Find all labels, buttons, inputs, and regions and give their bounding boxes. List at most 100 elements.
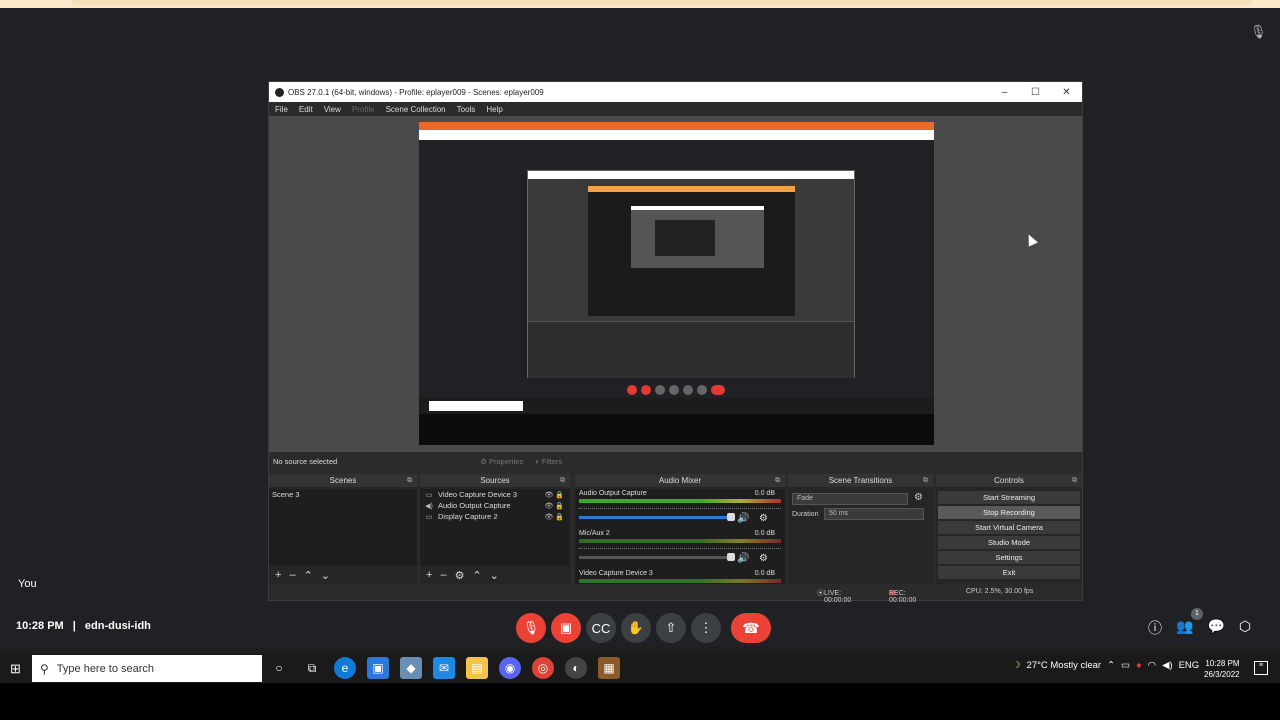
move-up-icon[interactable]: ⌃ bbox=[472, 569, 481, 582]
source-item[interactable]: ◀) Audio Output Capture 👁 🔒 bbox=[420, 500, 570, 511]
menu-edit[interactable]: Edit bbox=[299, 105, 313, 114]
stop-recording-button[interactable]: Stop Recording bbox=[938, 506, 1080, 519]
file-explorer-icon[interactable]: ▤ bbox=[466, 657, 488, 679]
browser-top-strip bbox=[0, 0, 1280, 8]
activities-icon[interactable]: ⬡ bbox=[1239, 618, 1251, 638]
menu-tools[interactable]: Tools bbox=[457, 105, 476, 114]
dock-float-icon[interactable]: ⧉ bbox=[1072, 474, 1077, 487]
mixer-channel: Audio Output Capture 0.0 dB 🔊 ⚙ bbox=[575, 489, 785, 529]
discord-icon[interactable]: ◉ bbox=[499, 657, 521, 679]
mixer-channel: Video Capture Device 3 0.0 dB bbox=[575, 569, 785, 583]
preview-browser-tabs bbox=[419, 122, 934, 130]
language-indicator[interactable]: ENG bbox=[1179, 660, 1200, 671]
properties-button[interactable]: ⚙ Properties bbox=[480, 457, 523, 466]
weather-text[interactable]: 27°C Mostly clear bbox=[1027, 660, 1102, 671]
store-icon[interactable]: ▣ bbox=[367, 657, 389, 679]
windows-start-icon[interactable]: ⊞ bbox=[10, 661, 21, 677]
studio-mode-button[interactable]: Studio Mode bbox=[938, 536, 1080, 549]
raise-hand-button[interactable]: ✋ bbox=[621, 613, 651, 643]
obs-titlebar: OBS 27.0.1 (64-bit, windows) - Profile: … bbox=[269, 82, 1082, 102]
minecraft-icon[interactable]: ▦ bbox=[598, 657, 620, 679]
move-down-icon[interactable]: ⌄ bbox=[321, 569, 330, 582]
leave-call-button[interactable]: ☎ bbox=[731, 613, 771, 643]
meeting-code: edn-dusi-idh bbox=[84, 620, 151, 632]
cortana-icon[interactable]: ○ bbox=[268, 657, 290, 679]
mic-off-indicator-icon: 🎙 bbox=[1250, 24, 1267, 39]
menu-scene-collection[interactable]: Scene Collection bbox=[386, 105, 446, 114]
duration-label: Duration bbox=[792, 511, 819, 518]
mic-toggle-button[interactable]: 🎙 bbox=[516, 613, 546, 643]
source-item[interactable]: ▭ Display Capture 2 👁 🔒 bbox=[420, 511, 570, 522]
dock-float-icon[interactable]: ⧉ bbox=[560, 474, 565, 487]
people-icon[interactable]: 👥 bbox=[1176, 618, 1193, 638]
exit-button[interactable]: Exit bbox=[938, 566, 1080, 579]
speaker-icon: ◀) bbox=[425, 502, 433, 510]
more-options-button[interactable]: ⋮ bbox=[691, 613, 721, 643]
start-streaming-button[interactable]: Start Streaming bbox=[938, 491, 1080, 504]
menu-file[interactable]: File bbox=[275, 105, 288, 114]
camera-toggle-button[interactable]: ▣ bbox=[551, 613, 581, 643]
menu-profile[interactable]: Profile bbox=[352, 105, 375, 114]
dock-float-icon[interactable]: ⧉ bbox=[923, 474, 928, 487]
remove-source-icon[interactable]: – bbox=[440, 569, 446, 581]
tray-chevron-icon[interactable]: ⌃ bbox=[1107, 660, 1115, 671]
source-settings-icon[interactable]: ⚙ bbox=[455, 569, 465, 582]
add-scene-icon[interactable]: + bbox=[275, 569, 281, 581]
meeting-separator: | bbox=[72, 620, 76, 632]
transition-select[interactable]: Fade bbox=[792, 493, 908, 505]
speaker-icon[interactable]: 🔊 bbox=[737, 553, 749, 564]
weather-icon: ☽ bbox=[1012, 660, 1021, 671]
preview-canvas[interactable] bbox=[419, 122, 934, 445]
visibility-lock-icons[interactable]: 👁 🔒 bbox=[544, 502, 564, 510]
filters-button[interactable]: ◐ Filters bbox=[535, 457, 562, 466]
taskbar-search[interactable]: ⚲ Type here to search bbox=[32, 655, 262, 682]
present-button[interactable]: ⇧ bbox=[656, 613, 686, 643]
volume-slider[interactable] bbox=[579, 553, 735, 561]
mail-icon[interactable]: ✉ bbox=[433, 657, 455, 679]
gear-icon[interactable]: ⚙ bbox=[759, 553, 768, 564]
info-icon[interactable]: ⓘ bbox=[1148, 618, 1162, 638]
volume-icon[interactable]: ◀) bbox=[1162, 660, 1172, 671]
obs-icon[interactable]: ◐ bbox=[565, 657, 587, 679]
move-up-icon[interactable]: ⌃ bbox=[304, 569, 313, 582]
present-icon: ⇧ bbox=[665, 620, 677, 635]
notification-icon[interactable]: ≡ bbox=[1254, 661, 1268, 675]
dock-float-icon[interactable]: ⧉ bbox=[407, 474, 412, 487]
phone-hangup-icon: ☎ bbox=[742, 619, 760, 636]
gear-icon[interactable]: ⚙ bbox=[914, 492, 923, 503]
maximize-icon[interactable]: ☐ bbox=[1020, 87, 1051, 98]
source-item[interactable]: ▭ Video Capture Device 3 👁 🔒 bbox=[420, 489, 570, 500]
gear-icon[interactable]: ⚙ bbox=[759, 513, 768, 524]
start-virtual-camera-button[interactable]: Start Virtual Camera bbox=[938, 521, 1080, 534]
captions-button[interactable]: CC bbox=[586, 613, 616, 643]
chat-icon[interactable]: 💬 bbox=[1207, 618, 1224, 638]
monitor-icon: ▭ bbox=[425, 513, 433, 521]
edge-icon[interactable]: e bbox=[334, 657, 356, 679]
visibility-lock-icons[interactable]: 👁 🔒 bbox=[544, 491, 564, 499]
sources-list: ▭ Video Capture Device 3 👁 🔒 ◀) Audio Outpu… bbox=[420, 489, 570, 566]
task-view-icon[interactable]: ⧉ bbox=[301, 657, 323, 679]
taskbar-clock[interactable]: 10:28 PM 26/3/2022 bbox=[1204, 658, 1240, 680]
speaker-icon[interactable]: 🔊 bbox=[737, 513, 749, 524]
chrome-icon[interactable]: ◎ bbox=[532, 657, 554, 679]
app-icon[interactable]: ◆ bbox=[400, 657, 422, 679]
app-tray-icon[interactable]: ● bbox=[1136, 660, 1142, 671]
move-down-icon[interactable]: ⌄ bbox=[490, 569, 499, 582]
level-meter bbox=[579, 579, 781, 583]
menu-view[interactable]: View bbox=[324, 105, 341, 114]
visibility-lock-icons[interactable]: 👁 🔒 bbox=[544, 513, 564, 521]
volume-slider[interactable] bbox=[579, 513, 735, 521]
close-icon[interactable]: ✕ bbox=[1051, 87, 1082, 98]
network-icon[interactable]: ▭ bbox=[1121, 660, 1130, 671]
duration-field[interactable]: 50 ms bbox=[824, 508, 924, 520]
system-tray: ☽ 27°C Mostly clear ⌃ ▭ ● ◠ ◀) ENG bbox=[1012, 660, 1199, 671]
wifi-icon[interactable]: ◠ bbox=[1148, 660, 1156, 671]
scene-item[interactable]: Scene 3 bbox=[269, 489, 417, 500]
dock-float-icon[interactable]: ⧉ bbox=[775, 474, 780, 487]
add-source-icon[interactable]: + bbox=[426, 569, 432, 581]
menu-help[interactable]: Help bbox=[486, 105, 502, 114]
minimize-icon[interactable]: – bbox=[989, 87, 1020, 98]
sources-dock: Sources ⧉ ▭ Video Capture Device 3 👁 🔒 ◀) Au… bbox=[420, 474, 570, 584]
remove-scene-icon[interactable]: – bbox=[289, 569, 295, 581]
settings-button[interactable]: Settings bbox=[938, 551, 1080, 564]
